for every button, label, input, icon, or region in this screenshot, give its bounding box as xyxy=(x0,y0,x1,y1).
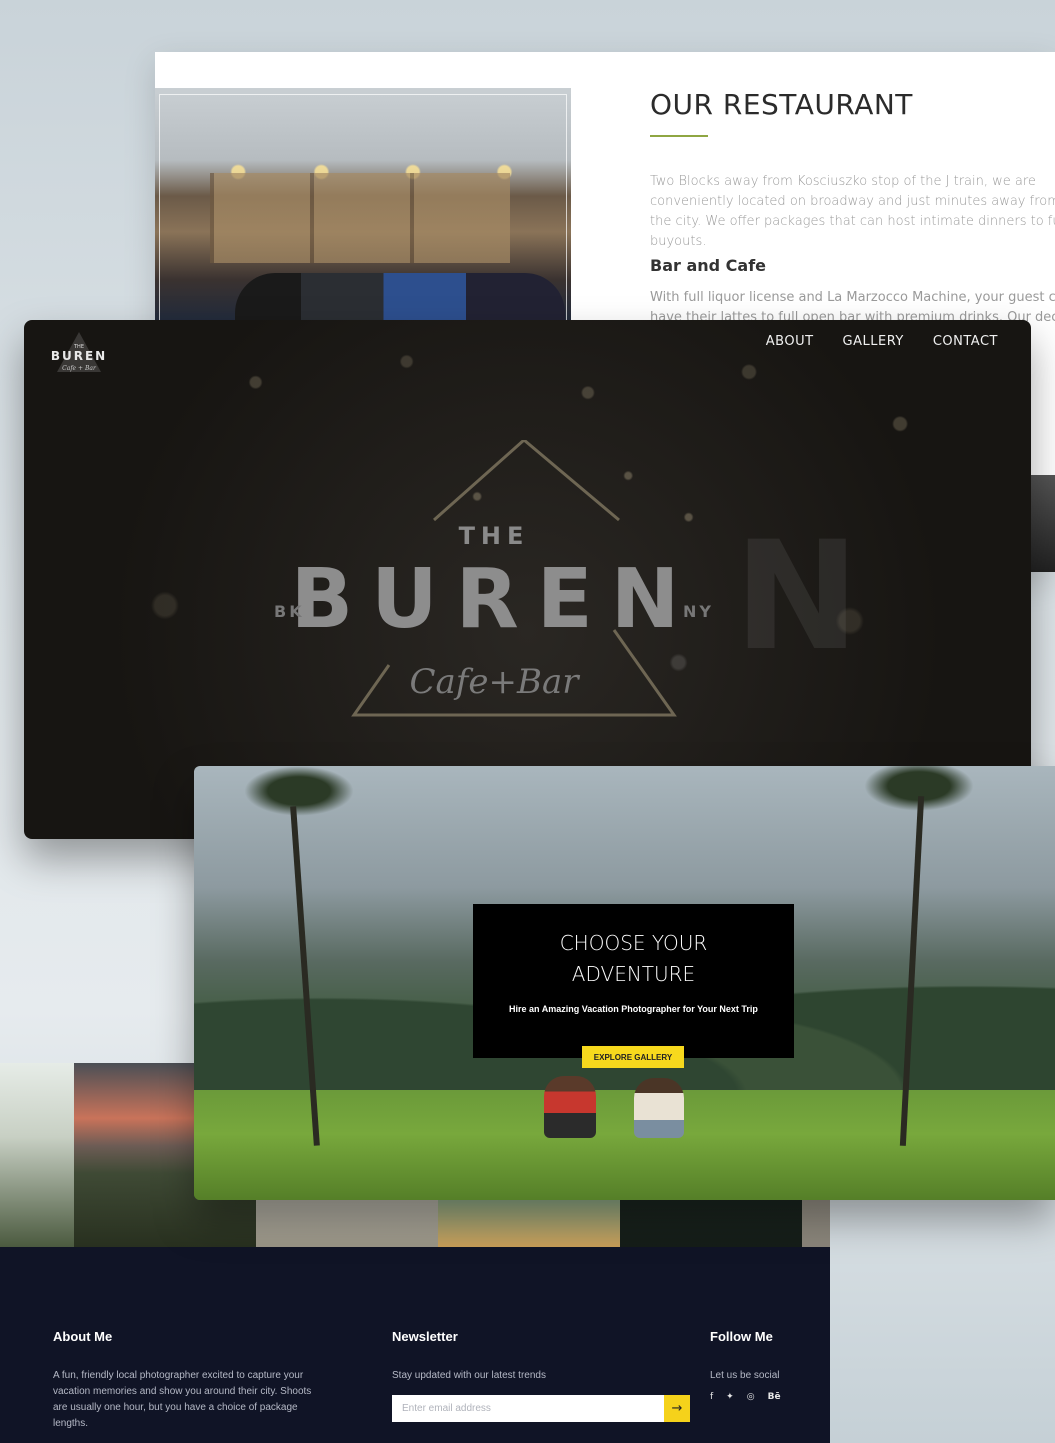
hero-the: THE xyxy=(458,522,530,550)
background-letter-n: N xyxy=(734,510,860,684)
footer-newsletter-heading: Newsletter xyxy=(392,1329,458,1344)
social-links: f ✦ ◎ Bē xyxy=(710,1392,781,1402)
hero-cafe-bar: Cafe+Bar xyxy=(409,662,579,702)
footer-follow-text: Let us be social xyxy=(710,1370,780,1381)
couple-sitting xyxy=(544,1066,694,1141)
twitter-icon[interactable]: ✦ xyxy=(726,1392,734,1402)
buren-cafe-card: N THE BUREN Cafe + Bar ABOUT GALLERY CON… xyxy=(24,320,1031,839)
hero-subtitle: Hire an Amazing Vacation Photographer fo… xyxy=(509,1004,758,1014)
arrow-right-icon: → xyxy=(671,1401,683,1416)
title-underline xyxy=(650,135,708,137)
hero-textbox: CHOOSE YOUR ADVENTURE Hire an Amazing Va… xyxy=(473,904,794,1058)
restaurant-side-photo xyxy=(1030,475,1055,572)
adventure-hero-card: CHOOSE YOUR ADVENTURE Hire an Amazing Va… xyxy=(194,766,1055,1200)
restaurant-title: OUR RESTAURANT xyxy=(650,88,913,121)
footer-about-text: A fun, friendly local photographer excit… xyxy=(53,1370,312,1429)
bar-and-cafe-heading: Bar and Cafe xyxy=(650,256,767,275)
palm-fronds-left xyxy=(244,766,354,816)
newsletter-email-input[interactable] xyxy=(392,1395,664,1422)
restaurant-bar-photo xyxy=(155,88,571,338)
buren-nav: ABOUT GALLERY CONTACT xyxy=(766,334,998,349)
nav-gallery[interactable]: GALLERY xyxy=(843,334,904,349)
gallery-photo-palms[interactable] xyxy=(0,1063,74,1247)
logo-script: Cafe + Bar xyxy=(62,365,96,372)
behance-icon[interactable]: Bē xyxy=(768,1392,781,1402)
dribbble-icon[interactable]: ◎ xyxy=(747,1392,755,1402)
buren-logo[interactable]: THE BUREN Cafe + Bar xyxy=(46,332,112,382)
footer-about-heading: About Me xyxy=(53,1329,113,1344)
hero-title-line1: CHOOSE YOUR xyxy=(559,931,708,955)
restaurant-intro-text: Two Blocks away from Kosciuszko stop of … xyxy=(650,174,1055,249)
hero-title: CHOOSE YOUR ADVENTURE xyxy=(473,928,794,990)
person-man xyxy=(544,1076,596,1138)
newsletter-submit-button[interactable]: → xyxy=(664,1395,690,1422)
hero-buren: BUREN xyxy=(290,552,698,647)
explore-gallery-button[interactable]: EXPLORE GALLERY xyxy=(582,1046,684,1068)
footer-follow-heading: Follow Me xyxy=(710,1329,773,1344)
facebook-icon[interactable]: f xyxy=(710,1392,713,1402)
logo-word: BUREN xyxy=(50,349,108,363)
person-woman xyxy=(634,1078,684,1138)
footer: About Me A fun, friendly local photograp… xyxy=(0,1247,830,1443)
nav-contact[interactable]: CONTACT xyxy=(933,334,998,349)
photo-frame-border xyxy=(159,94,567,338)
hero-bk: BK xyxy=(274,602,305,621)
hero-title-line2: ADVENTURE xyxy=(571,962,696,986)
buren-hero-logo: THE BUREN BK NY Cafe+Bar xyxy=(274,440,714,730)
newsletter-form: → xyxy=(392,1395,690,1422)
footer-newsletter-text: Stay updated with our latest trends xyxy=(392,1370,546,1381)
nav-about[interactable]: ABOUT xyxy=(766,334,814,349)
hero-ny: NY xyxy=(683,602,714,621)
